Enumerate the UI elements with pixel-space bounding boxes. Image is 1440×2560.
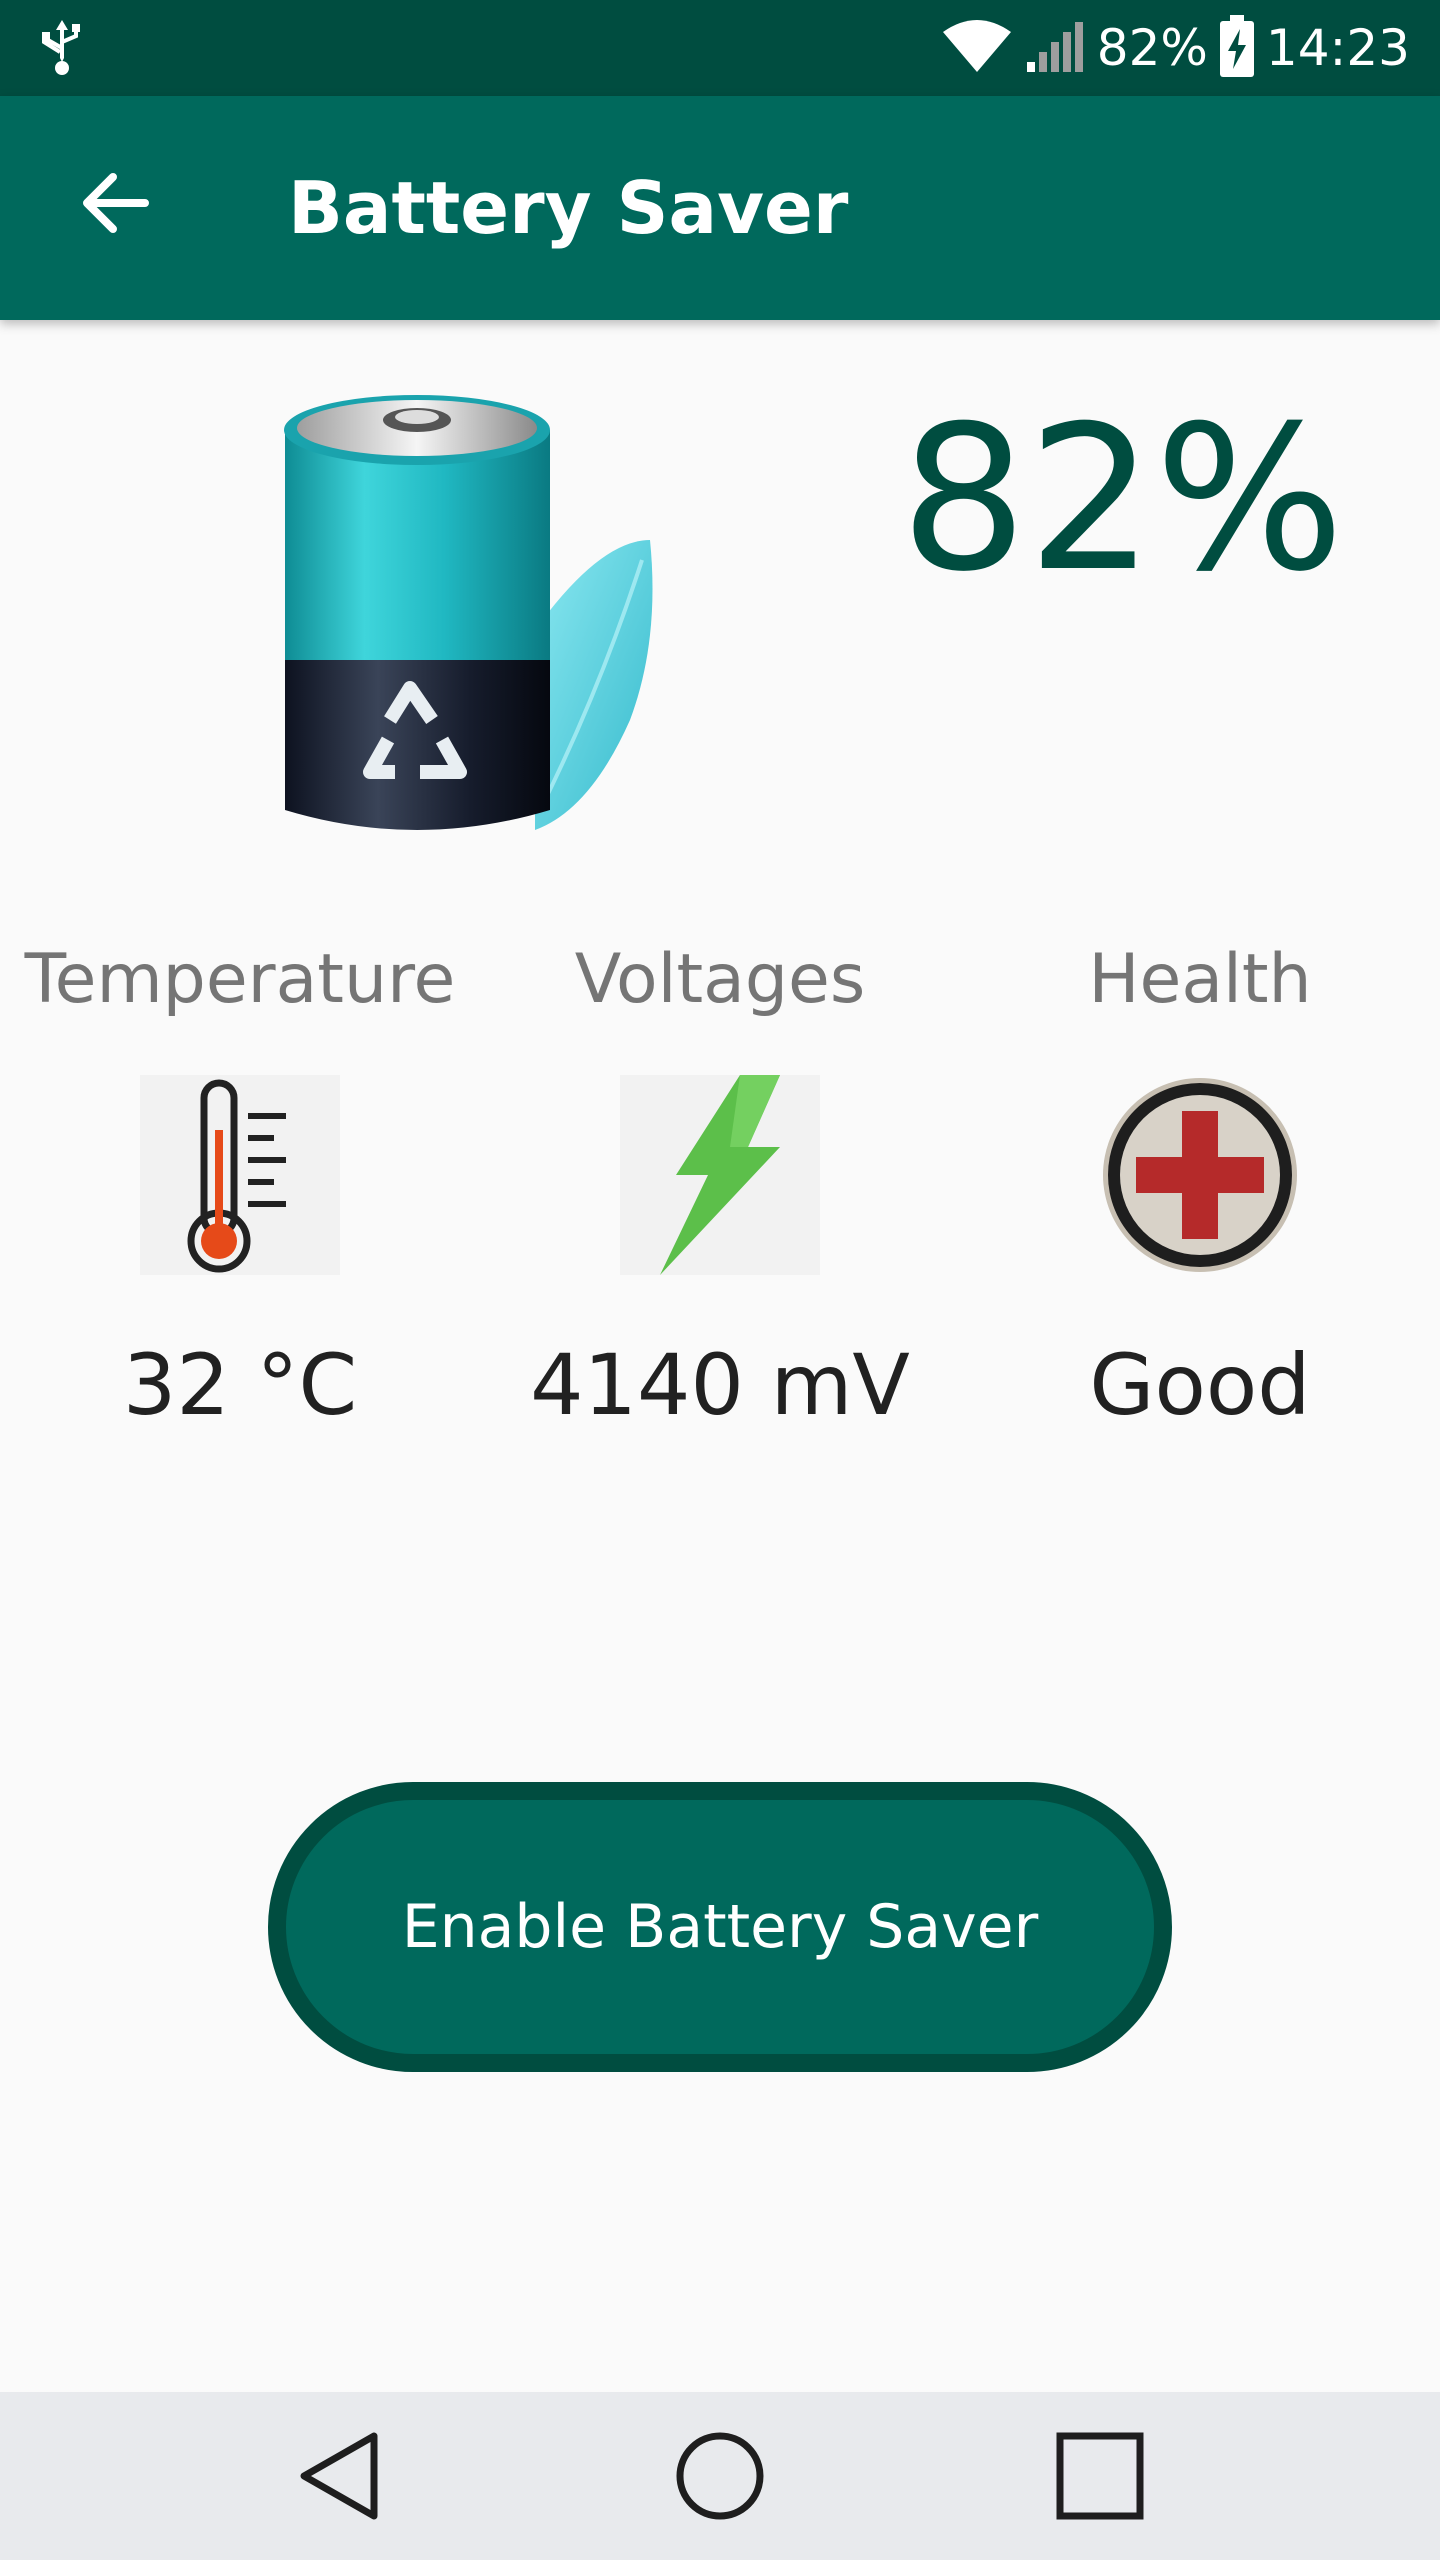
stat-value: 4140 mV	[530, 1336, 910, 1434]
red-cross-icon	[1100, 1075, 1300, 1275]
lightning-icon	[620, 1075, 820, 1275]
stat-health: Health Good	[960, 930, 1440, 1450]
status-battery-percent: 82%	[1096, 19, 1208, 77]
arrow-back-icon	[83, 173, 149, 233]
page-title: Battery Saver	[288, 166, 849, 250]
navigation-bar	[0, 2392, 1440, 2560]
stat-value: 32 °C	[122, 1336, 358, 1434]
usb-icon	[38, 18, 86, 78]
status-bar: 82% 14:23	[0, 0, 1440, 96]
app-bar: Battery Saver	[0, 96, 1440, 320]
nav-back-icon[interactable]	[280, 2416, 400, 2536]
battery-recycle-icon	[270, 390, 660, 840]
wifi-icon	[941, 18, 1013, 78]
battery-charging-icon	[1219, 15, 1254, 81]
back-button[interactable]	[60, 148, 170, 258]
nav-recents-icon[interactable]	[1040, 2416, 1160, 2536]
stat-temperature: Temperature 32 °C	[0, 930, 480, 1450]
nav-home-icon[interactable]	[660, 2416, 780, 2536]
stat-value: Good	[1089, 1336, 1311, 1434]
status-right-group: 82% 14:23	[941, 0, 1410, 96]
battery-percent: 82%	[900, 383, 1345, 616]
stat-label: Temperature	[24, 940, 456, 1019]
stat-label: Voltages	[574, 940, 866, 1019]
stat-label: Health	[1088, 940, 1312, 1019]
status-time: 14:23	[1265, 19, 1410, 77]
enable-battery-saver-button[interactable]: Enable Battery Saver	[268, 1782, 1172, 2072]
thermometer-icon	[140, 1075, 340, 1275]
stat-voltages: Voltages 4140 mV	[480, 930, 960, 1450]
signal-icon	[1025, 18, 1085, 78]
